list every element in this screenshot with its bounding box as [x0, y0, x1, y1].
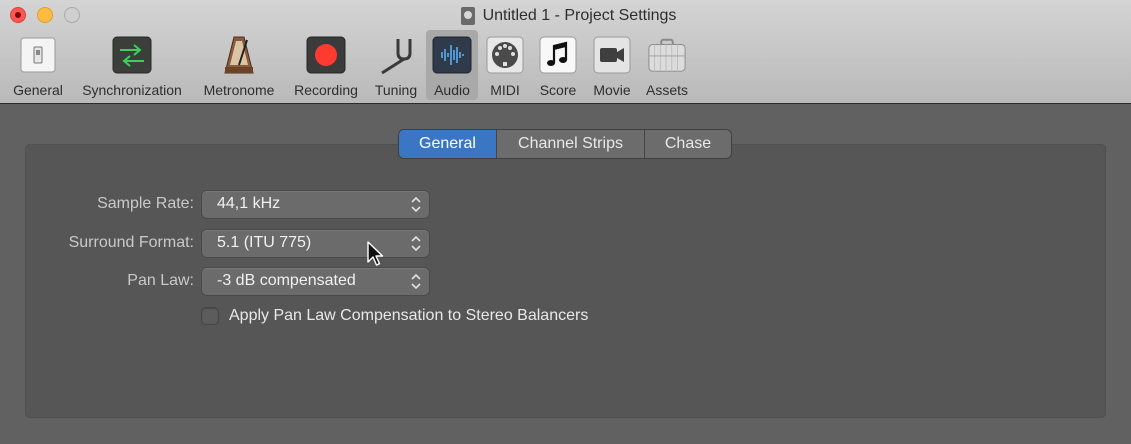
waveform-icon	[432, 35, 472, 75]
toolbar-item-audio[interactable]: Audio	[426, 30, 478, 100]
toolbar-label: Assets	[645, 82, 688, 98]
toolbar-label: Movie	[593, 82, 631, 98]
toolbar-item-recording[interactable]: Recording	[288, 30, 364, 100]
toolbar-item-movie[interactable]: Movie	[588, 30, 636, 100]
chevron-up-down-icon	[411, 196, 421, 213]
toolbar-label: Score	[539, 82, 577, 98]
pan-law-value: -3 dB compensated	[217, 272, 356, 289]
toolbar-item-synchronization[interactable]: Synchronization	[73, 30, 191, 100]
toolbar-item-general[interactable]: General	[6, 30, 70, 100]
metronome-icon	[219, 35, 259, 75]
pan-law-compensation-label: Apply Pan Law Compensation to Stereo Bal…	[229, 307, 589, 324]
chevron-up-down-icon	[411, 273, 421, 290]
sample-rate-value: 44,1 kHz	[217, 195, 281, 212]
window-title-group: Untitled 1 - Project Settings	[0, 5, 1131, 27]
title-bar: Untitled 1 - Project Settings General Sy…	[0, 0, 1131, 104]
surround-format-value: 5.1 (ITU 775)	[217, 234, 312, 251]
toolbar-label: Metronome	[203, 82, 275, 98]
video-camera-icon	[592, 35, 632, 75]
midi-port-icon	[485, 35, 525, 75]
window-title: Untitled 1 - Project Settings	[482, 7, 677, 24]
record-icon	[306, 35, 346, 75]
sync-arrows-icon	[112, 35, 152, 75]
tab-chase[interactable]: Chase	[645, 130, 731, 158]
tab-control: General Channel Strips Chase	[399, 130, 731, 158]
mouse-pointer-icon	[367, 241, 384, 266]
pan-law-compensation-checkbox[interactable]	[202, 308, 218, 324]
toolbar-label: MIDI	[490, 82, 520, 98]
toolbar-label: Tuning	[374, 82, 418, 98]
pan-law-popup[interactable]: -3 dB compensated	[202, 268, 429, 295]
document-icon	[460, 7, 475, 25]
toolbar-label: General	[13, 82, 63, 98]
toolbar-label: Recording	[294, 82, 358, 98]
tab-channel-strips[interactable]: Channel Strips	[497, 130, 645, 158]
surround-format-popup[interactable]: 5.1 (ITU 775)	[202, 230, 429, 257]
toolbar-item-assets[interactable]: Assets	[641, 30, 693, 100]
pan-law-label: Pan Law:	[127, 272, 194, 289]
toolbar-item-score[interactable]: Score	[535, 30, 581, 100]
toolbar-item-metronome[interactable]: Metronome	[196, 30, 282, 100]
sample-rate-popup[interactable]: 44,1 kHz	[202, 191, 429, 218]
project-settings-window: Untitled 1 - Project Settings General Sy…	[0, 0, 1131, 444]
pan-law-compensation-option[interactable]: Apply Pan Law Compensation to Stereo Bal…	[202, 306, 588, 326]
toolbar-item-midi[interactable]: MIDI	[483, 30, 527, 100]
briefcase-icon	[647, 35, 687, 75]
music-note-icon	[538, 35, 578, 75]
sample-rate-label: Sample Rate:	[97, 195, 194, 212]
tab-general[interactable]: General	[399, 130, 497, 158]
chevron-up-down-icon	[411, 235, 421, 252]
toolbar-item-tuning[interactable]: Tuning	[369, 30, 423, 100]
switch-icon	[18, 35, 58, 75]
surround-format-label: Surround Format:	[68, 234, 194, 251]
toolbar-label: Audio	[434, 82, 470, 98]
toolbar-label: Synchronization	[82, 82, 182, 98]
tuning-fork-icon	[376, 35, 416, 75]
